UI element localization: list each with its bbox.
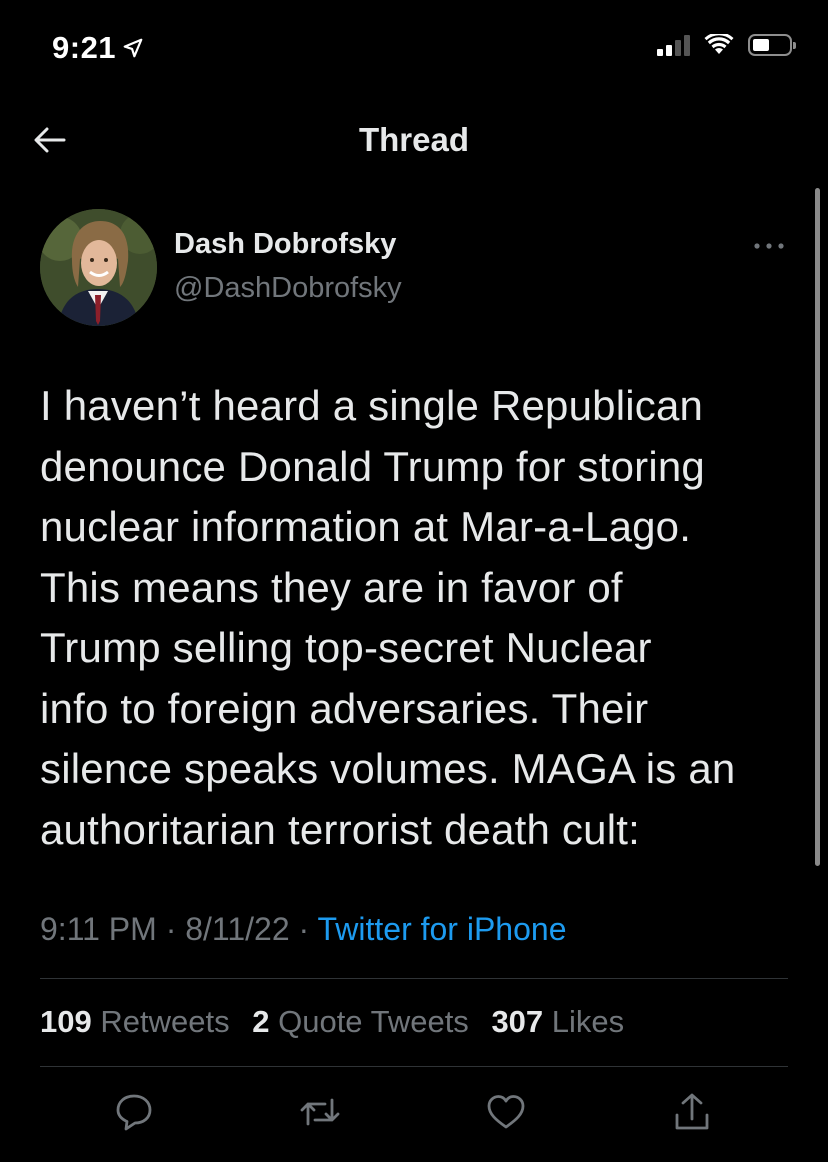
likes-stat[interactable]: 307 Likes bbox=[491, 1004, 624, 1039]
likes-count: 307 bbox=[491, 1004, 544, 1039]
tweet-meta: 9:11 PM · 8/11/22 · Twitter for iPhone bbox=[40, 911, 566, 948]
quotes-stat[interactable]: 2 Quote Tweets bbox=[252, 1004, 469, 1039]
tweet-action-bar bbox=[0, 1090, 828, 1140]
wifi-icon bbox=[704, 34, 734, 54]
reply-bubble-icon[interactable] bbox=[112, 1090, 156, 1134]
status-time-text: 9:21 bbox=[52, 30, 117, 65]
heart-icon[interactable] bbox=[484, 1090, 528, 1134]
retweets-count: 109 bbox=[40, 1004, 92, 1039]
share-icon[interactable] bbox=[670, 1090, 714, 1134]
battery-icon bbox=[748, 34, 796, 56]
retweet-icon[interactable] bbox=[298, 1090, 342, 1134]
tweet-text-line: silence speaks volumes. MAGA is an bbox=[40, 745, 736, 792]
avatar-portrait bbox=[40, 209, 157, 326]
tweet-time: 9:11 PM bbox=[40, 911, 157, 947]
cellular-signal-icon bbox=[657, 34, 690, 56]
tweet-text: I haven’t heard a single Republican deno… bbox=[40, 376, 800, 860]
tweet-date: 8/11/22 bbox=[185, 911, 290, 947]
divider bbox=[40, 978, 788, 979]
retweets-stat[interactable]: 109 Retweets bbox=[40, 1004, 230, 1039]
meta-separator: · bbox=[298, 911, 310, 947]
meta-separator: · bbox=[165, 911, 177, 947]
status-indicators bbox=[657, 34, 796, 56]
tweet-text-line: authoritarian terrorist death cult: bbox=[40, 805, 640, 853]
tweet-text-line: Trump selling top-secret Nuclear bbox=[40, 624, 652, 671]
author-handle[interactable]: @DashDobrofsky bbox=[174, 272, 402, 305]
tweet-source-link[interactable]: Twitter for iPhone bbox=[317, 911, 566, 947]
tweet-text-line: This means they are in favor of bbox=[40, 563, 623, 611]
quotes-label: Quote Tweets bbox=[278, 1004, 469, 1039]
status-time: 9:21 bbox=[52, 30, 144, 66]
tweet-text-line: denounce Donald Trump for storing bbox=[40, 442, 705, 490]
avatar[interactable] bbox=[40, 209, 157, 326]
tweet-text-line: I haven’t heard a single Republican bbox=[40, 382, 704, 429]
tweet-text-line: info to foreign adversaries. Their bbox=[40, 684, 649, 732]
tweet-stats: 109 Retweets 2 Quote Tweets 307 Likes bbox=[40, 1004, 624, 1040]
divider bbox=[40, 1066, 788, 1067]
tweet-text-line: nuclear information at Mar-a-Lago. bbox=[40, 503, 692, 550]
retweets-label: Retweets bbox=[100, 1004, 230, 1039]
tweet-thread-screen: 9:21 Thread Dash Dobrofsky @DashDobrofsk… bbox=[0, 0, 828, 1162]
page-title: Thread bbox=[358, 121, 470, 158]
scrollbar[interactable] bbox=[815, 188, 820, 866]
location-arrow-icon bbox=[123, 38, 143, 58]
quotes-count: 2 bbox=[252, 1004, 270, 1039]
author-name[interactable]: Dash Dobrofsky bbox=[174, 228, 396, 261]
likes-label: Likes bbox=[551, 1004, 625, 1039]
more-dots-icon[interactable] bbox=[752, 240, 786, 252]
